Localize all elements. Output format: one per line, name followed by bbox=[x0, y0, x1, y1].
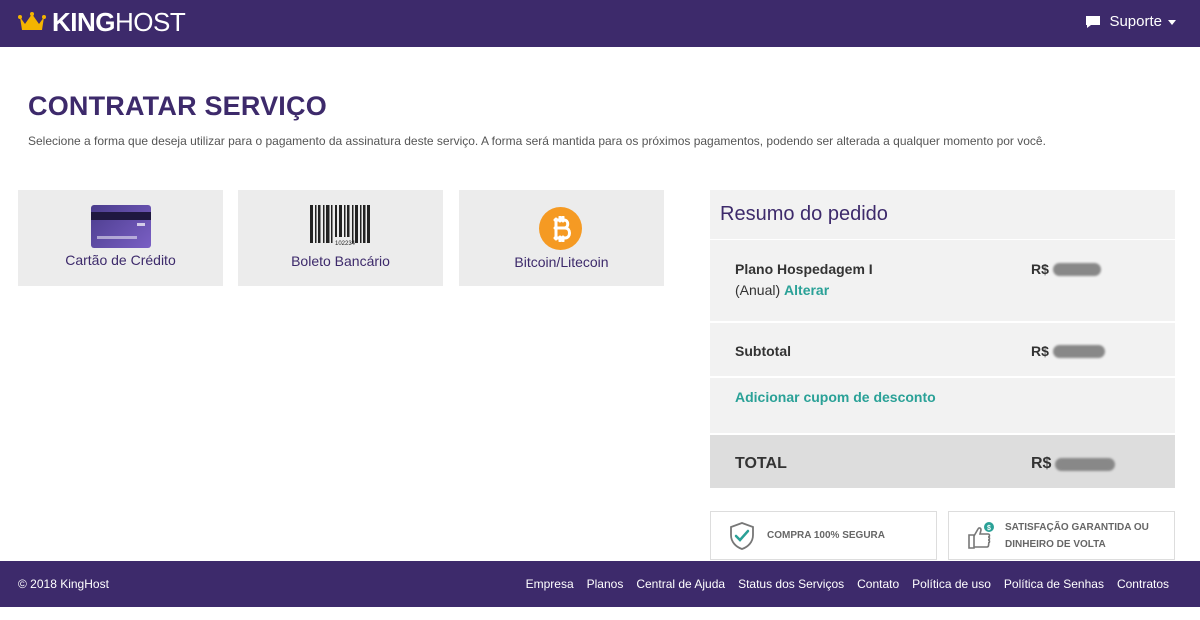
brand-name: KINGHOST bbox=[52, 7, 186, 37]
change-plan-link[interactable]: Alterar bbox=[784, 282, 829, 298]
total-currency: R$ bbox=[1031, 455, 1052, 472]
secure-purchase-text: COMPRA 100% SEGURA bbox=[767, 530, 885, 541]
plan-price-currency: R$ bbox=[1031, 261, 1049, 277]
chat-icon bbox=[1086, 15, 1101, 28]
payment-option-label: Boleto Bancário bbox=[291, 253, 390, 269]
order-summary-title: Resumo do pedido bbox=[710, 190, 1175, 240]
copyright: © 2018 KingHost bbox=[18, 577, 109, 591]
footer-link-empresa[interactable]: Empresa bbox=[526, 577, 574, 591]
subtotal-label: Subtotal bbox=[735, 343, 791, 359]
satisfaction-badge: $ SATISFAÇÃO GARANTIDA OU DINHEIRO DE VO… bbox=[948, 511, 1175, 560]
footer-link-status-dos-servicos[interactable]: Status dos Serviços bbox=[738, 577, 844, 591]
add-coupon-link[interactable]: Adicionar cupom de desconto bbox=[735, 389, 936, 405]
credit-card-icon bbox=[91, 205, 151, 248]
top-navbar: KINGHOST Suporte bbox=[0, 0, 1200, 47]
crown-icon bbox=[18, 12, 46, 30]
subtotal-price: R$ bbox=[1031, 343, 1105, 359]
redacted-price bbox=[1052, 262, 1101, 276]
satisfaction-text-line2: DINHEIRO DE VOLTA bbox=[1005, 538, 1106, 550]
plan-name: Plano Hospedagem I bbox=[735, 261, 873, 277]
shield-check-icon bbox=[730, 521, 754, 550]
order-line-total: TOTAL R$ bbox=[710, 435, 1175, 490]
footer-link-contratos[interactable]: Contratos bbox=[1117, 577, 1169, 591]
footer-link-planos[interactable]: Planos bbox=[587, 577, 624, 591]
brand-name-bold: KING bbox=[52, 7, 116, 37]
footer-links: Empresa Planos Central de Ajuda Status d… bbox=[526, 577, 1169, 591]
payment-option-bitcoin[interactable]: Bitcoin/Litecoin bbox=[459, 190, 664, 286]
satisfaction-text-line1: SATISFAÇÃO GARANTIDA OU bbox=[1005, 521, 1149, 533]
brand-name-light: HOST bbox=[115, 7, 186, 37]
order-summary: Resumo do pedido Plano Hospedagem I (Anu… bbox=[710, 190, 1175, 490]
bitcoin-icon bbox=[539, 207, 582, 250]
total-label: TOTAL bbox=[735, 455, 787, 472]
barcode-number: 102234 bbox=[335, 241, 356, 247]
satisfaction-text: SATISFAÇÃO GARANTIDA OU DINHEIRO DE VOLT… bbox=[1005, 519, 1149, 553]
thumbs-up-money-icon: $ bbox=[968, 521, 994, 549]
payment-option-boleto[interactable]: 102234 Boleto Bancário bbox=[238, 190, 443, 286]
footer-link-contato[interactable]: Contato bbox=[857, 577, 899, 591]
footer-link-politica-de-uso[interactable]: Política de uso bbox=[912, 577, 991, 591]
footer: © 2018 KingHost Empresa Planos Central d… bbox=[0, 561, 1200, 607]
payment-option-credit-card[interactable]: Cartão de Crédito bbox=[18, 190, 223, 286]
support-menu-button[interactable]: Suporte bbox=[1085, 13, 1176, 30]
redacted-price bbox=[1052, 344, 1105, 358]
support-label: Suporte bbox=[1109, 13, 1162, 30]
plan-price: R$ bbox=[1031, 261, 1101, 277]
footer-link-politica-de-senhas[interactable]: Política de Senhas bbox=[1004, 577, 1104, 591]
plan-period-line: (Anual) Alterar bbox=[735, 282, 829, 298]
secure-purchase-badge: COMPRA 100% SEGURA bbox=[710, 511, 937, 560]
plan-period: (Anual) bbox=[735, 282, 781, 298]
payment-option-label: Bitcoin/Litecoin bbox=[514, 254, 609, 270]
page-description: Selecione a forma que deseja utilizar pa… bbox=[28, 134, 1046, 148]
subtotal-currency: R$ bbox=[1031, 343, 1049, 359]
order-line-coupon: Adicionar cupom de desconto bbox=[710, 378, 1175, 435]
svg-text:$: $ bbox=[987, 525, 991, 532]
caret-down-icon bbox=[1168, 20, 1176, 25]
page-title: CONTRATAR SERVIÇO bbox=[28, 91, 327, 121]
order-line-plan: Plano Hospedagem I (Anual) Alterar R$ bbox=[710, 240, 1175, 323]
kinghost-logo[interactable]: KINGHOST bbox=[18, 7, 186, 37]
payment-option-label: Cartão de Crédito bbox=[65, 252, 176, 268]
total-price: R$ bbox=[1031, 455, 1116, 473]
order-line-subtotal: Subtotal R$ bbox=[710, 323, 1175, 378]
redacted-price bbox=[1055, 457, 1116, 471]
footer-link-central-de-ajuda[interactable]: Central de Ajuda bbox=[636, 577, 725, 591]
barcode-icon: 102234 bbox=[310, 205, 370, 247]
